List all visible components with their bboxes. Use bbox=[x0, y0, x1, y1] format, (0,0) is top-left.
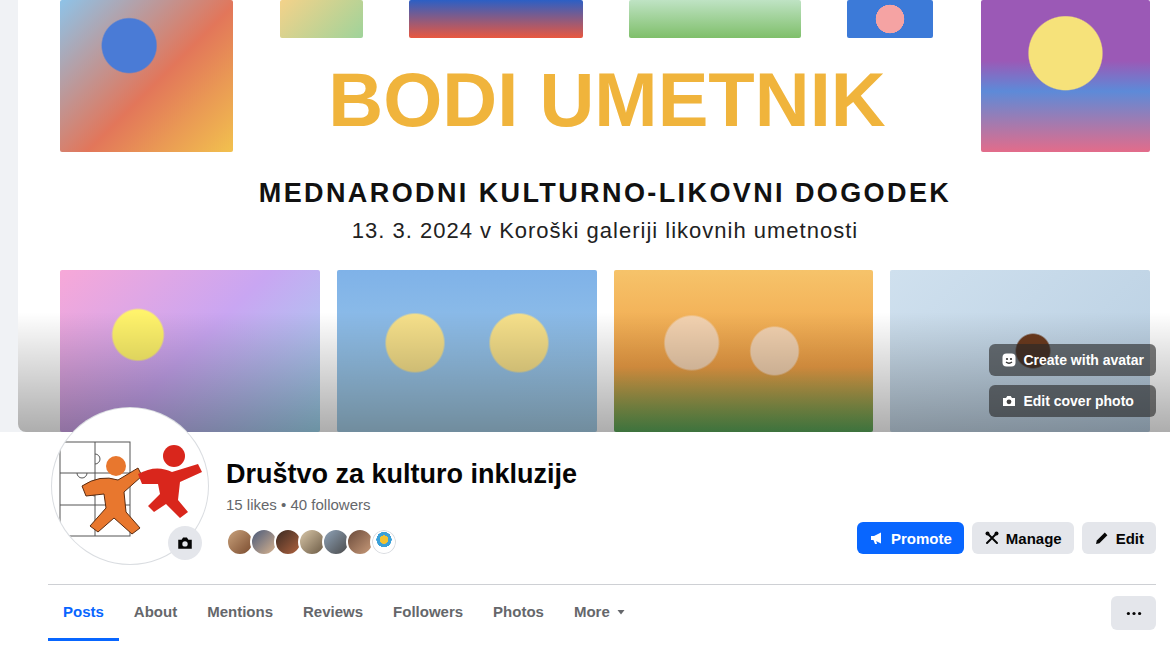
cover-title: BODI UMETNIK bbox=[233, 60, 981, 140]
tab[interactable]: Reviews bbox=[288, 585, 378, 641]
cover-action-button[interactable]: Create with avatar bbox=[989, 344, 1156, 376]
divider bbox=[48, 584, 1156, 585]
tab[interactable]: Followers bbox=[378, 585, 478, 641]
drawing bbox=[60, 0, 233, 152]
drawing bbox=[847, 0, 933, 38]
camera-icon bbox=[176, 534, 194, 552]
drawing bbox=[629, 0, 801, 38]
small-drawings bbox=[233, 0, 981, 38]
page-name: Društvo za kulturo inkluzije bbox=[226, 458, 577, 490]
drawing bbox=[981, 0, 1150, 152]
page-action-button[interactable]: Promote bbox=[857, 522, 964, 554]
tools-icon bbox=[984, 530, 1000, 546]
cover-area: BODI UMETNIK MEDNARODNI KULTURNO-LIKOVNI … bbox=[0, 0, 1170, 432]
more-options-button[interactable] bbox=[1111, 596, 1156, 630]
cover-actions: Create with avatar Edit cover photo bbox=[989, 344, 1156, 417]
follower-avatars bbox=[226, 528, 577, 556]
tab[interactable]: Mentions bbox=[192, 585, 288, 641]
tab[interactable]: More bbox=[559, 585, 641, 641]
page-avatar[interactable] bbox=[52, 408, 208, 564]
drawing bbox=[614, 270, 874, 432]
page-action-button[interactable]: Edit bbox=[1082, 522, 1156, 554]
change-photo-button[interactable] bbox=[168, 526, 202, 560]
page-stats[interactable]: 15 likes • 40 followers bbox=[226, 496, 577, 514]
cover-action-button[interactable]: Edit cover photo bbox=[989, 385, 1156, 417]
tab[interactable]: Posts bbox=[48, 585, 119, 641]
page-info: Društvo za kulturo inkluzije 15 likes • 4… bbox=[226, 432, 577, 556]
drawing bbox=[409, 0, 583, 38]
cover-middle: BODI UMETNIK bbox=[233, 0, 981, 152]
tab-bar: PostsAboutMentionsReviewsFollowersPhotos… bbox=[0, 585, 1170, 641]
tab[interactable]: Photos bbox=[478, 585, 559, 641]
cover-top-row: BODI UMETNIK bbox=[60, 0, 1150, 152]
avatar-sticker-icon bbox=[1001, 352, 1017, 368]
caret-down-icon bbox=[616, 607, 626, 617]
drawing bbox=[337, 270, 597, 432]
cover-date: 13. 3. 2024 v Koroški galeriji likovnih … bbox=[60, 218, 1150, 244]
bottom-drawings bbox=[60, 270, 1150, 432]
camera-icon bbox=[1001, 393, 1017, 409]
page-actions: PromoteManageEdit bbox=[857, 432, 1156, 554]
tab[interactable]: About bbox=[119, 585, 192, 641]
drawing bbox=[280, 0, 363, 38]
pencil-icon bbox=[1094, 530, 1110, 546]
tabs: PostsAboutMentionsReviewsFollowersPhotos… bbox=[48, 585, 641, 641]
cover-photo: BODI UMETNIK MEDNARODNI KULTURNO-LIKOVNI … bbox=[18, 0, 1170, 432]
facebook-page: BODI UMETNIK MEDNARODNI KULTURNO-LIKOVNI … bbox=[0, 0, 1170, 650]
follower-avatar[interactable] bbox=[370, 528, 398, 556]
dots-icon bbox=[1126, 611, 1142, 616]
page-header: Društvo za kulturo inkluzije 15 likes • 4… bbox=[0, 432, 1170, 584]
megaphone-icon bbox=[869, 530, 885, 546]
page-action-button[interactable]: Manage bbox=[972, 522, 1074, 554]
drawing bbox=[60, 270, 320, 432]
cover-subtitle: MEDNARODNI KULTURNO-LIKOVNI DOGODEK bbox=[60, 178, 1150, 208]
